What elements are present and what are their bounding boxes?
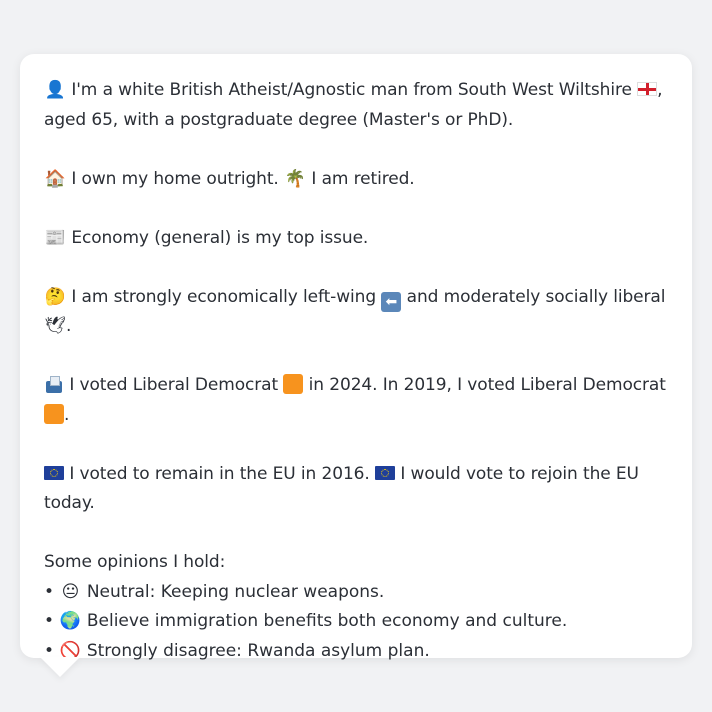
- identity-text: I'm a white British Atheist/Agnostic man…: [71, 80, 632, 100]
- issue-paragraph: 📰 Economy (general) is my top issue.: [44, 224, 674, 254]
- eu-text: I voted to remain in the EU in 2016.: [69, 463, 370, 484]
- opinion-item: • 🌍 Believe immigration benefits both ec…: [44, 607, 674, 637]
- orange-square-icon: [283, 374, 304, 394]
- neutral-face-icon: 😐: [61, 581, 80, 602]
- eu-paragraph: I voted to remain in the EU in 2016. I w…: [44, 460, 674, 519]
- identity-paragraph: 👤 I'm a white British Atheist/Agnostic m…: [44, 76, 674, 135]
- opinion-text: Strongly disagree: Rwanda asylum plan.: [86, 640, 430, 661]
- opinion-item: • 😐 Neutral: Keeping nuclear weapons.: [44, 578, 674, 608]
- opinion-item: • 🚫 Strongly disagree: Rwanda asylum pla…: [44, 637, 674, 667]
- vote-text-2: in 2024. In 2019, I voted Liberal Democr…: [308, 375, 666, 395]
- vote-period: .: [64, 404, 70, 425]
- orange-square-icon: [44, 403, 64, 424]
- eu-flag-icon: [375, 465, 396, 480]
- dove-icon: 🕊: [44, 316, 66, 336]
- globe-icon: 🌍: [59, 611, 82, 631]
- opinion-text: Believe immigration benefits both econom…: [86, 611, 568, 631]
- opinions-heading: Some opinions I hold:: [44, 552, 226, 572]
- retired-text: I am retired.: [311, 168, 415, 189]
- ballot-box-icon: [44, 375, 64, 393]
- palm-tree-icon: 🌴: [284, 168, 306, 189]
- bullet: •: [44, 581, 55, 602]
- bust-in-silhouette-icon: 👤: [44, 80, 66, 100]
- bubble-tail: [40, 657, 80, 677]
- bullet: •: [44, 611, 55, 631]
- message-bubble: 👤 I'm a white British Atheist/Agnostic m…: [20, 54, 692, 661]
- ideology-paragraph: 🤔 I am strongly economically left-wing ⬅…: [44, 283, 674, 342]
- newspaper-icon: 📰: [44, 227, 66, 248]
- home-text: I own my home outright.: [71, 168, 279, 189]
- ideology-period: .: [66, 316, 72, 336]
- eu-flag-icon: [44, 465, 64, 480]
- home-paragraph: 🏠 I own my home outright. 🌴 I am retired…: [44, 165, 674, 195]
- issue-text: Economy (general) is my top issue.: [71, 227, 369, 248]
- identity-comma: ,: [657, 80, 663, 100]
- vote-text: I voted Liberal Democrat: [69, 375, 279, 395]
- thinking-face-icon: 🤔: [44, 286, 66, 307]
- identity-text-2: aged 65, with a postgraduate degree (Mas…: [44, 109, 514, 130]
- left-arrow-icon: ⬅: [381, 291, 402, 312]
- opinion-text: Neutral: Keeping nuclear weapons.: [86, 581, 385, 602]
- ideology-text: I am strongly economically left-wing: [71, 286, 377, 307]
- ideology-text-2: and moderately socially liberal: [406, 286, 666, 307]
- house-icon: 🏠: [44, 168, 66, 189]
- vote-paragraph: I voted Liberal Democrat in 2024. In 201…: [44, 371, 674, 430]
- england-flag-icon: [637, 82, 658, 96]
